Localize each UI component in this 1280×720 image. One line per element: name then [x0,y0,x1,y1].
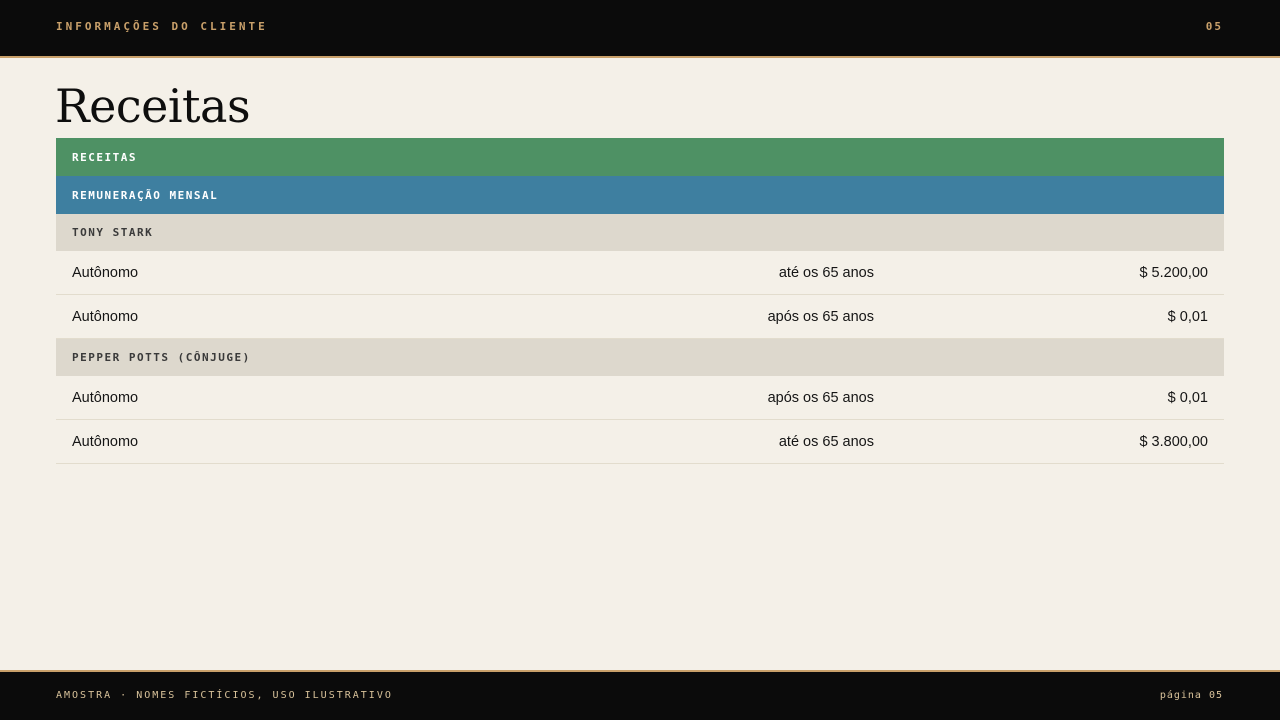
table-row: Autônomo após os 65 anos $ 0,01 [56,295,1224,339]
footer-note: AMOSTRA · NOMES FICTÍCIOS, USO ILUSTRATI… [56,690,393,701]
person-label: PEPPER POTTS (CÔNJUGE) [72,351,251,364]
income-type: Autônomo [72,433,139,450]
income-period: até os 65 anos [778,264,874,281]
income-value: $ 0,01 [1167,389,1208,406]
category-band: RECEITAS [56,138,1224,176]
top-bar: INFORMAÇÕES DO CLIENTE 05 [0,0,1280,58]
income-table: RECEITAS REMUNERAÇÃO MENSAL TONY STARK A… [56,138,1224,464]
section-number: 05 [1205,20,1223,33]
income-period: após os 65 anos [767,389,874,406]
income-period: após os 65 anos [767,308,874,325]
income-value: $ 0,01 [1167,308,1208,325]
subcategory-label: REMUNERAÇÃO MENSAL [72,188,219,202]
category-label: RECEITAS [72,150,137,164]
table-row: Autônomo até os 65 anos $ 3.800,00 [56,420,1224,464]
table-row: Autônomo após os 65 anos $ 0,01 [56,376,1224,420]
income-value: $ 5.200,00 [1139,264,1208,281]
income-type: Autônomo [72,264,139,281]
footer-bar: AMOSTRA · NOMES FICTÍCIOS, USO ILUSTRATI… [0,670,1280,720]
page-title: Receitas [55,79,251,133]
person-band: TONY STARK [56,214,1224,251]
income-period: até os 65 anos [778,433,874,450]
section-label: INFORMAÇÕES DO CLIENTE [56,20,268,33]
person-label: TONY STARK [72,226,154,239]
table-row: Autônomo até os 65 anos $ 5.200,00 [56,251,1224,295]
page-number: página 05 [1159,690,1223,701]
person-band: PEPPER POTTS (CÔNJUGE) [56,339,1224,376]
income-value: $ 3.800,00 [1139,433,1208,450]
income-type: Autônomo [72,308,139,325]
income-type: Autônomo [72,389,139,406]
subcategory-band: REMUNERAÇÃO MENSAL [56,176,1224,214]
